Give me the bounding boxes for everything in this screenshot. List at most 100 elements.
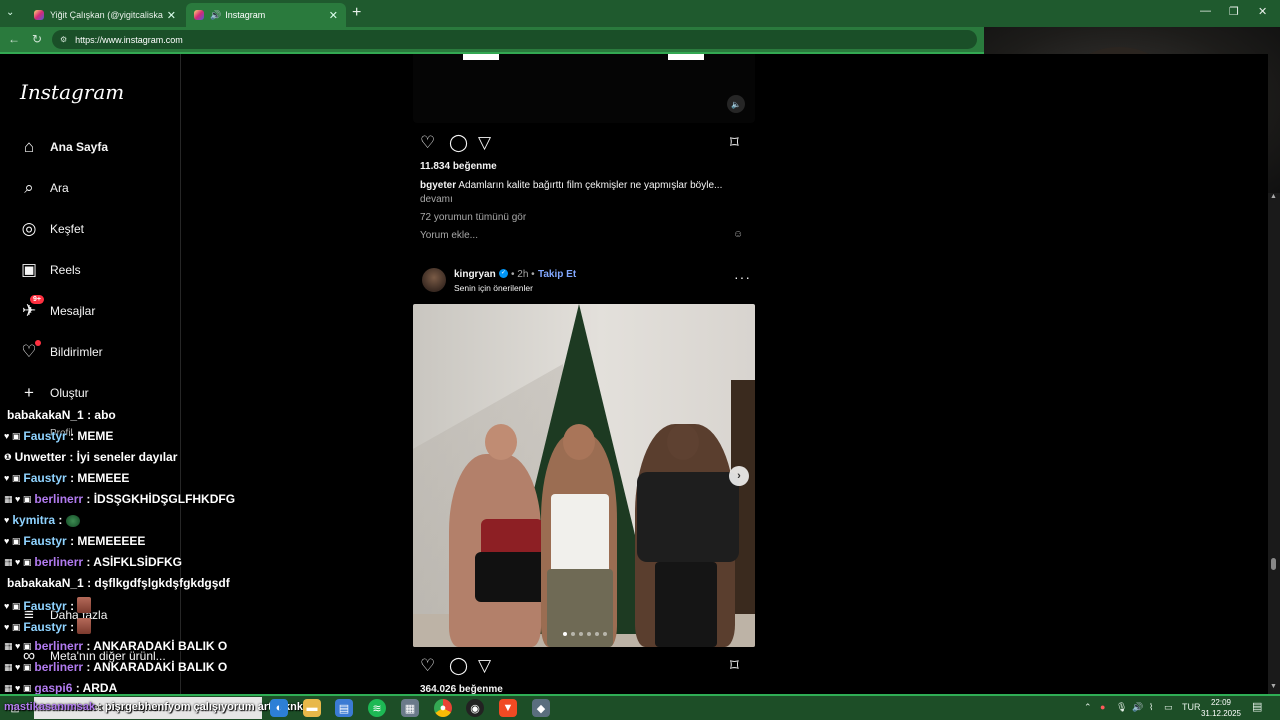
sidebar-item-search[interactable]: ⌕ Ara [18,174,68,202]
microphone-icon[interactable]: 🎙 [1116,702,1127,713]
tray-app-icon[interactable]: ● [1100,702,1105,712]
heart-icon: ♡ [18,340,41,362]
app-icon[interactable]: ◆ [532,699,550,717]
sidebar-item-create[interactable]: + Oluştur [18,379,89,407]
site-info-icon[interactable]: ⚙ [60,35,67,44]
plus-icon: + [24,383,34,402]
chat-message: ♥ ▣ Faustyr : [4,597,92,615]
like-count[interactable]: 11.834 beğenme [420,161,497,172]
sidebar-item-reels[interactable]: ▣ Reels [18,256,81,284]
new-tab-icon[interactable]: + [352,4,361,22]
bookmark-icon[interactable]: ⌑ [730,133,739,153]
carousel-next-icon[interactable]: › [729,466,749,486]
url-field[interactable]: ⚙ https://www.instagram.com [52,30,977,49]
post-header: kingryan ✓ • 2h • Takip Et Senin için ön… [422,267,758,297]
carousel-dot [587,632,591,636]
brave-icon[interactable]: ▼ [499,699,517,717]
share-icon[interactable]: ▽ [478,656,491,676]
store-icon[interactable]: ▤ [335,699,353,717]
browser-tabbar: ⌄ Yiğit Çalışkan (@yigitcaliskan_) • In … [0,0,1280,27]
volume-icon[interactable]: 🔈 [727,95,745,113]
clock-date: 31.12.2025 [1200,709,1242,718]
post-image[interactable]: › [413,304,755,647]
chrome-icon[interactable]: ● [434,699,452,717]
file-explorer-icon[interactable]: ▬ [303,699,321,717]
post-time: • 2h • [511,269,535,280]
carousel-dot [579,632,583,636]
sidebar-item-label: Oluştur [50,386,89,400]
like-icon[interactable]: ♡ [420,133,435,153]
carousel-dot [603,632,607,636]
reload-icon[interactable]: ↻ [32,32,42,46]
reels-icon: ▣ [20,260,38,279]
network-icon[interactable]: ⌇ [1149,702,1153,713]
caption-username[interactable]: bgyeter [420,180,456,191]
windows-taskbar: ⊞ ⌕ Sucihcsek hicsanctjhan mastikasanıms… [0,694,1280,720]
comment-input[interactable]: Yorum ekle... [420,230,478,241]
like-count[interactable]: 364.026 beğenme [420,684,503,694]
sidebar-item-explore[interactable]: ◎ Keşfet [18,215,84,243]
view-comments-link[interactable]: 72 yorumun tümünü gör [420,212,526,223]
notification-dot [35,340,41,346]
avatar[interactable] [422,268,446,292]
browser-tab-instagram[interactable]: 🔊 Instagram ✕ [186,3,346,27]
sidebar-item-messages[interactable]: ✈ 9+ Mesajlar [18,295,96,325]
restore-icon[interactable]: ❐ [1229,5,1239,18]
chat-message: ▦ ♥ ▣ berlinerr : İDSŞGKHİDŞGLFHKDFG [4,492,236,506]
scrollbar-thumb[interactable] [1271,558,1276,570]
instagram-logo[interactable]: Instagram [20,80,124,104]
compass-icon: ◎ [21,219,37,238]
address-bar: ← ↻ ⚙ https://www.instagram.com [0,27,984,52]
scroll-down-icon[interactable]: ▼ [1270,683,1277,690]
page-scrollbar[interactable]: ▲ ▼ [1268,193,1280,694]
bookmark-icon[interactable]: ⌑ [730,656,739,676]
photo-white-tank [551,494,609,574]
sidebar-item-label: Mesajlar [50,304,96,318]
caption-text: Adamların kalite bağırttı film çekmişler… [458,180,723,191]
battery-icon[interactable]: ▭ [1164,702,1173,713]
browser-tab-profile[interactable]: Yiğit Çalışkan (@yigitcaliskan_) • In ✕ [26,3,184,27]
comment-icon[interactable]: ◯ [449,656,468,676]
clock-time: 22:09 [1210,698,1232,707]
comment-icon[interactable]: ◯ [449,133,468,153]
more-options-icon[interactable]: ··· [734,269,751,285]
sidebar-item-home[interactable]: ⌂ Ana Sayfa [18,133,108,161]
chat-message: ♥ ▣ Faustyr : MEMEEEEE [4,534,146,548]
tray-overflow-icon[interactable]: ⌃ [1084,702,1092,713]
widgets-icon[interactable]: ◐ [270,699,288,717]
url-text: https://www.instagram.com [75,34,183,45]
photo-black-tee [637,472,739,562]
obs-icon[interactable]: ◉ [466,699,484,717]
volume-icon[interactable]: 🔊 [1132,702,1143,713]
close-tab-icon[interactable]: ✕ [329,9,338,22]
post-video[interactable]: 🔈 [413,54,755,123]
language-indicator[interactable]: TUR [1182,702,1201,712]
emoji-icon[interactable]: ☺ [733,229,743,240]
follow-button[interactable]: Takip Et [538,269,576,280]
post-username[interactable]: kingryan [454,269,496,280]
tab-search-icon[interactable]: ⌄ [6,7,14,18]
chat-message: ♥ ▣ Faustyr : [4,618,92,636]
share-icon[interactable]: ▽ [478,133,491,153]
photo-black-shorts [475,552,551,602]
back-icon[interactable]: ← [8,32,20,46]
chat-emote-icon [65,515,80,527]
sidebar-item-notifications[interactable]: ♡ Bildirimler [18,338,103,366]
caption-more-link[interactable]: devamı [420,194,453,205]
instagram-page: Instagram ⌂ Ana Sayfa ⌕ Ara ◎ Keşfet ▣ R… [0,54,1268,694]
scroll-up-icon[interactable]: ▲ [1270,193,1277,200]
like-icon[interactable]: ♡ [420,656,435,676]
close-tab-icon[interactable]: ✕ [167,9,176,22]
sidebar-item-label: Keşfet [50,222,85,236]
calculator-icon[interactable]: ▦ [401,699,419,717]
close-window-icon[interactable]: ✕ [1258,5,1267,18]
home-icon: ⌂ [23,137,35,156]
carousel-dot [563,632,567,636]
spotify-icon[interactable]: ≋ [368,699,386,717]
minimize-icon[interactable]: — [1200,5,1211,17]
messenger-icon: ✈ 9+ [18,295,44,321]
notifications-icon[interactable]: ▤ [1252,700,1262,713]
chat-message: babakakaN_1 : dşflkgdfşlgkdşfgkdgşdf [7,576,230,590]
audio-playing-icon[interactable]: 🔊 [210,10,221,21]
taskbar-clock[interactable]: 22:09 31.12.2025 [1200,697,1242,719]
